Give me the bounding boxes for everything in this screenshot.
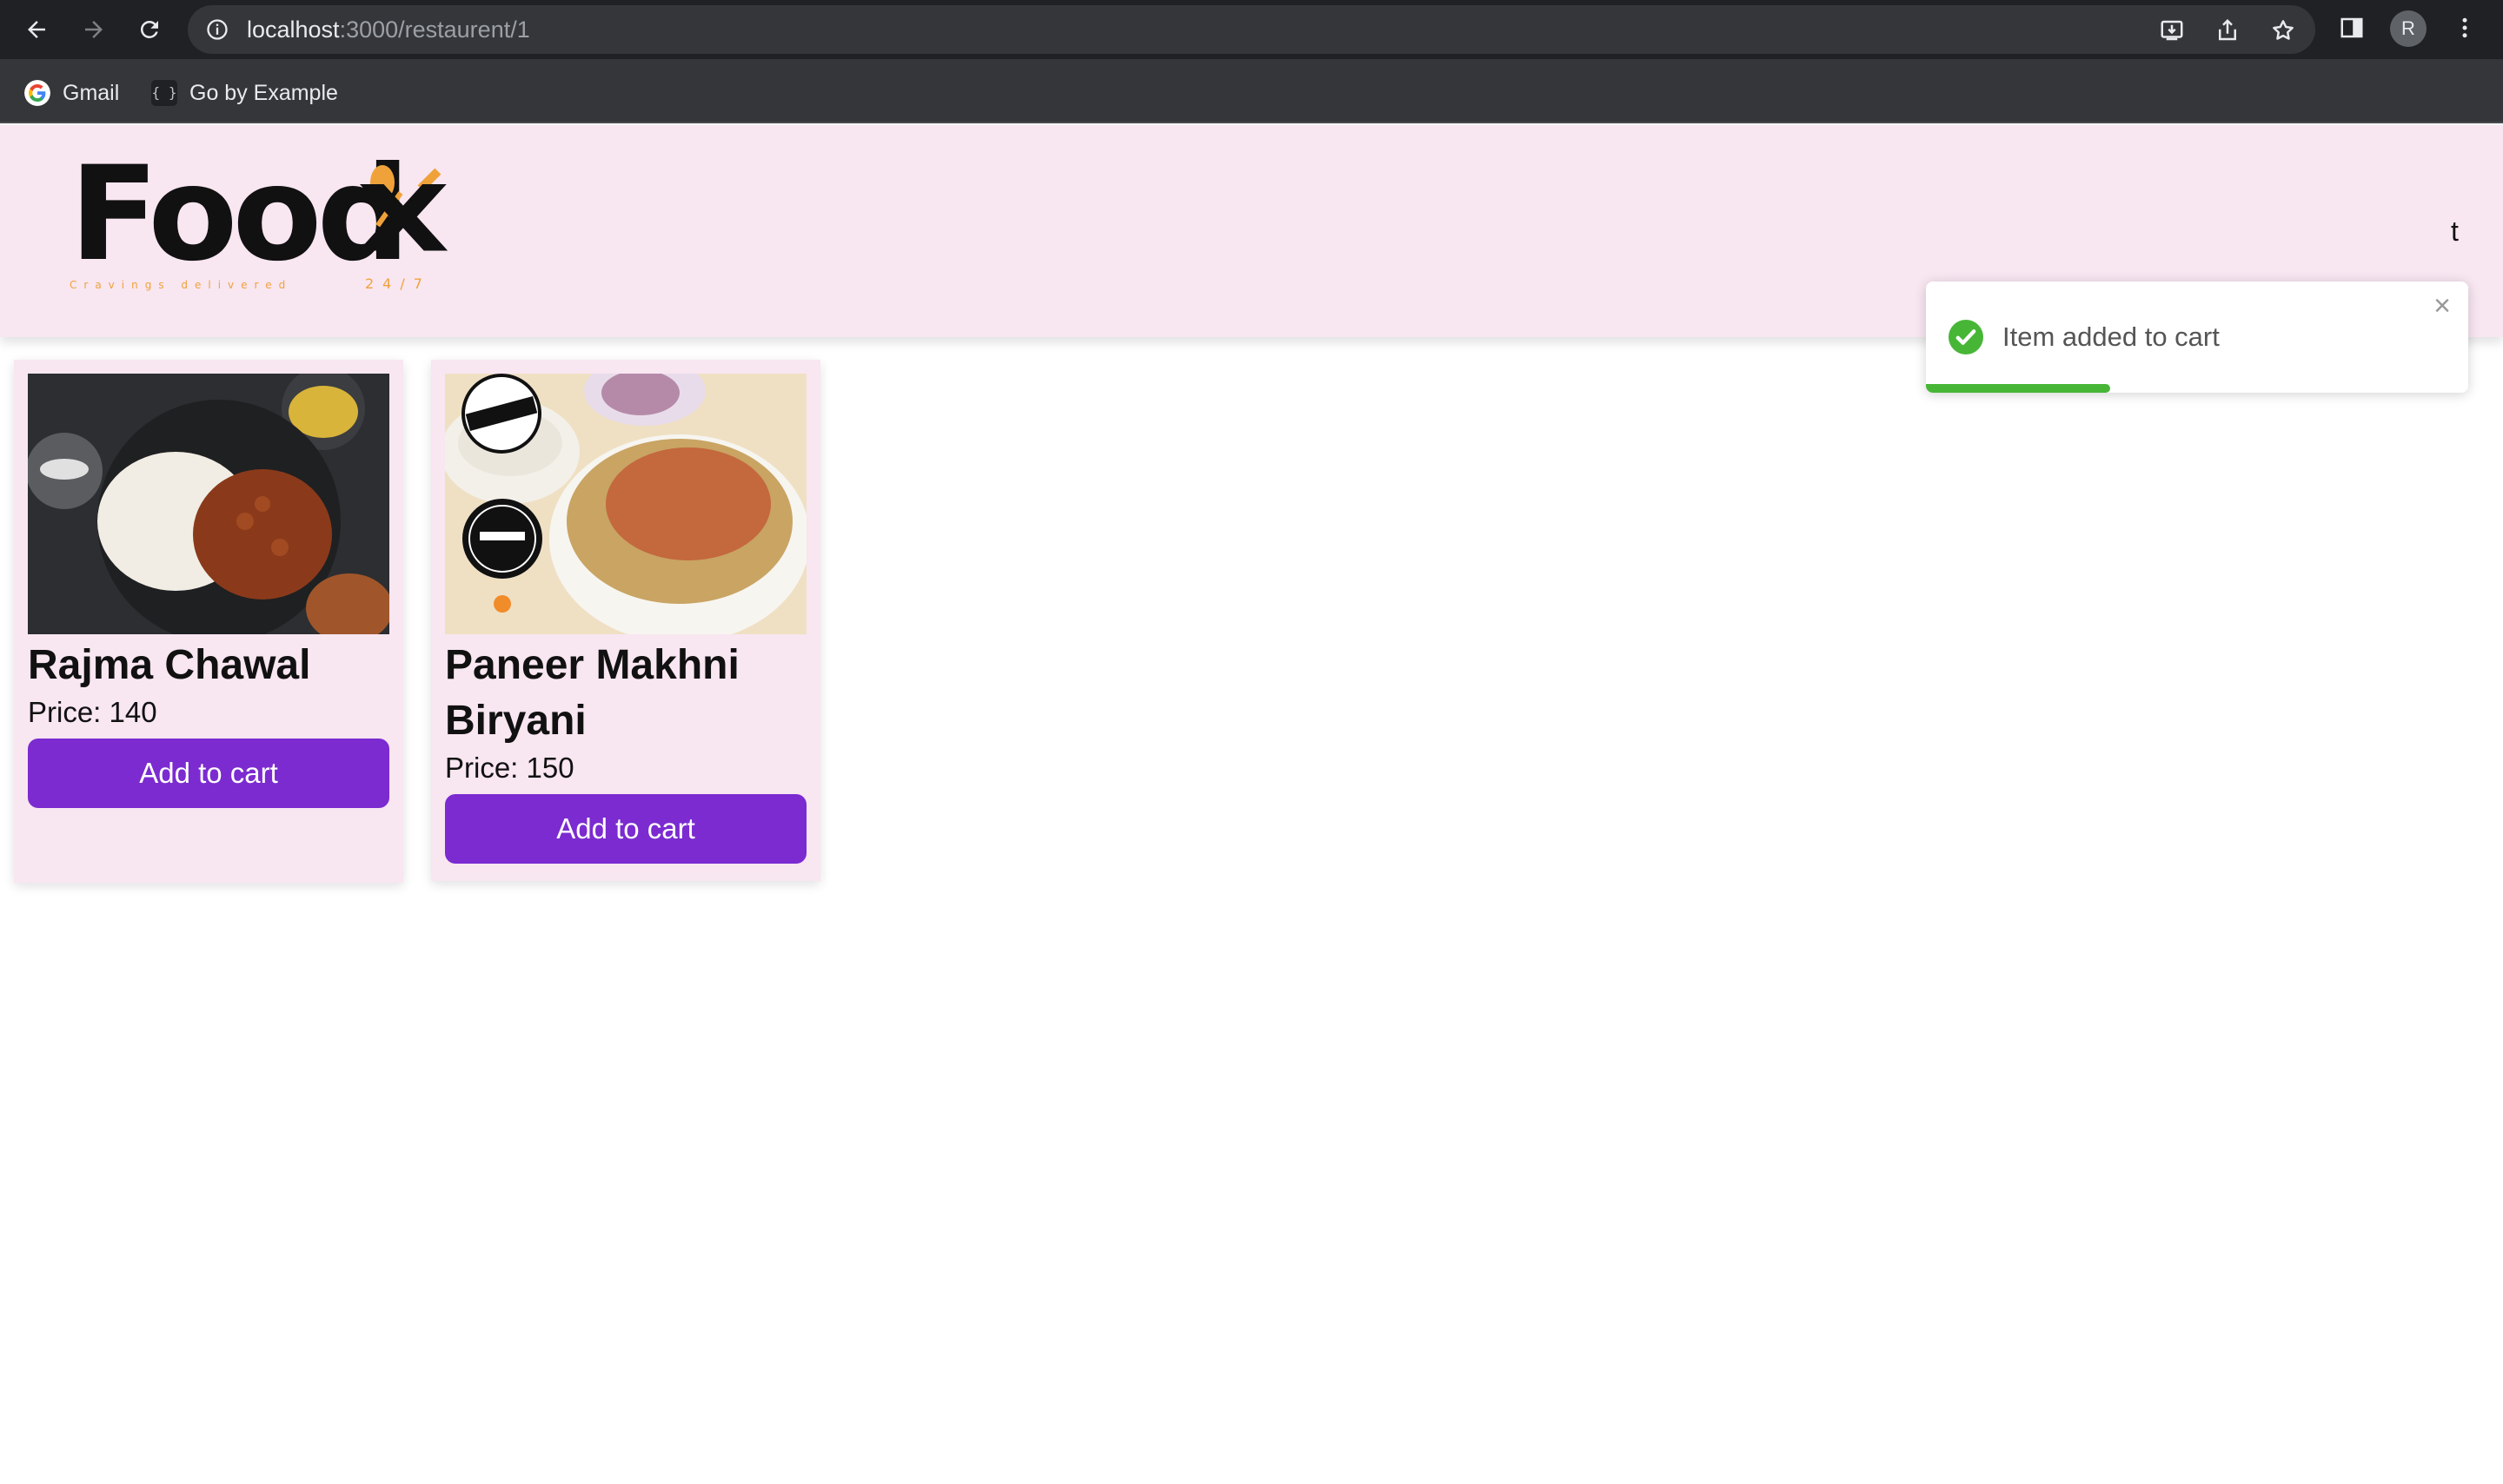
reload-button[interactable] [132,12,167,47]
success-check-icon [1949,320,1983,354]
profile-avatar[interactable]: R [2390,10,2427,47]
browser-toolbar: localhost:3000/restaurent/1 R [0,0,2503,59]
paneer-makhni-biryani-image [445,374,807,634]
card-spacer [445,864,807,867]
toast-progress-bar [1926,384,2111,393]
logo-x-mark: X [356,167,450,273]
foodx-logo[interactable]: Food X Cravings delivered 24/7 [70,158,469,297]
install-app-icon[interactable] [2159,17,2185,43]
menu-item-price: Price: 140 [28,696,157,728]
bookmark-star-icon[interactable] [2270,17,2296,43]
info-icon[interactable] [205,17,229,42]
code-braces-icon: { } [151,80,177,106]
menu-item-card: Paneer Makhni Biryani Price: 150 Add to … [431,360,820,881]
menu-item-price: Price: 150 [445,752,574,784]
card-spacer [28,808,389,869]
url-path: :3000/restaurent/1 [339,17,530,43]
more-vertical-icon [2462,17,2467,38]
chrome-menu-button[interactable] [2449,12,2480,43]
toast-notification: Item added to cart × [1926,282,2468,393]
bookmark-go-by-example[interactable]: { } Go by Example [151,78,338,108]
logo-hours: 24/7 [365,275,431,292]
rajma-chawal-image [28,374,389,634]
side-panel-button[interactable] [2336,12,2367,43]
share-icon[interactable] [2214,17,2241,43]
add-to-cart-button[interactable]: Add to cart [445,794,807,864]
logo-tagline: Cravings delivered [70,279,292,291]
arrow-left-icon [28,21,45,38]
bookmark-gmail[interactable]: Gmail [24,78,119,108]
google-icon [24,80,50,106]
menu-item-card: Rajma Chawal Price: 140 Add to cart [14,360,403,883]
url-text: localhost:3000/restaurent/1 [247,17,530,42]
page-content: Food X Cravings delivered 24/7 t Rajma C… [0,125,2503,1484]
url-host: localhost [247,17,340,43]
reload-icon [140,20,158,38]
bookmarks-bar [0,59,2503,123]
side-panel-icon [2340,17,2363,38]
logo-wordmark: Food [70,158,405,290]
forward-button[interactable] [76,12,111,47]
add-to-cart-button[interactable]: Add to cart [28,739,389,808]
bookmark-label: Go by Example [189,80,338,105]
bookmark-label: Gmail [63,80,120,105]
back-button[interactable] [19,12,54,47]
menu-item-name: Paneer Makhni Biryani [445,642,740,744]
arrow-right-icon [85,21,103,38]
header-nav-link[interactable]: t [2451,215,2459,248]
toast-progress-track [1926,384,2468,393]
address-bar[interactable]: localhost:3000/restaurent/1 [188,5,2315,54]
toast-message: Item added to cart [2002,321,2220,352]
menu-item-name: Rajma Chawal [28,642,311,688]
close-icon[interactable]: × [2428,291,2456,321]
